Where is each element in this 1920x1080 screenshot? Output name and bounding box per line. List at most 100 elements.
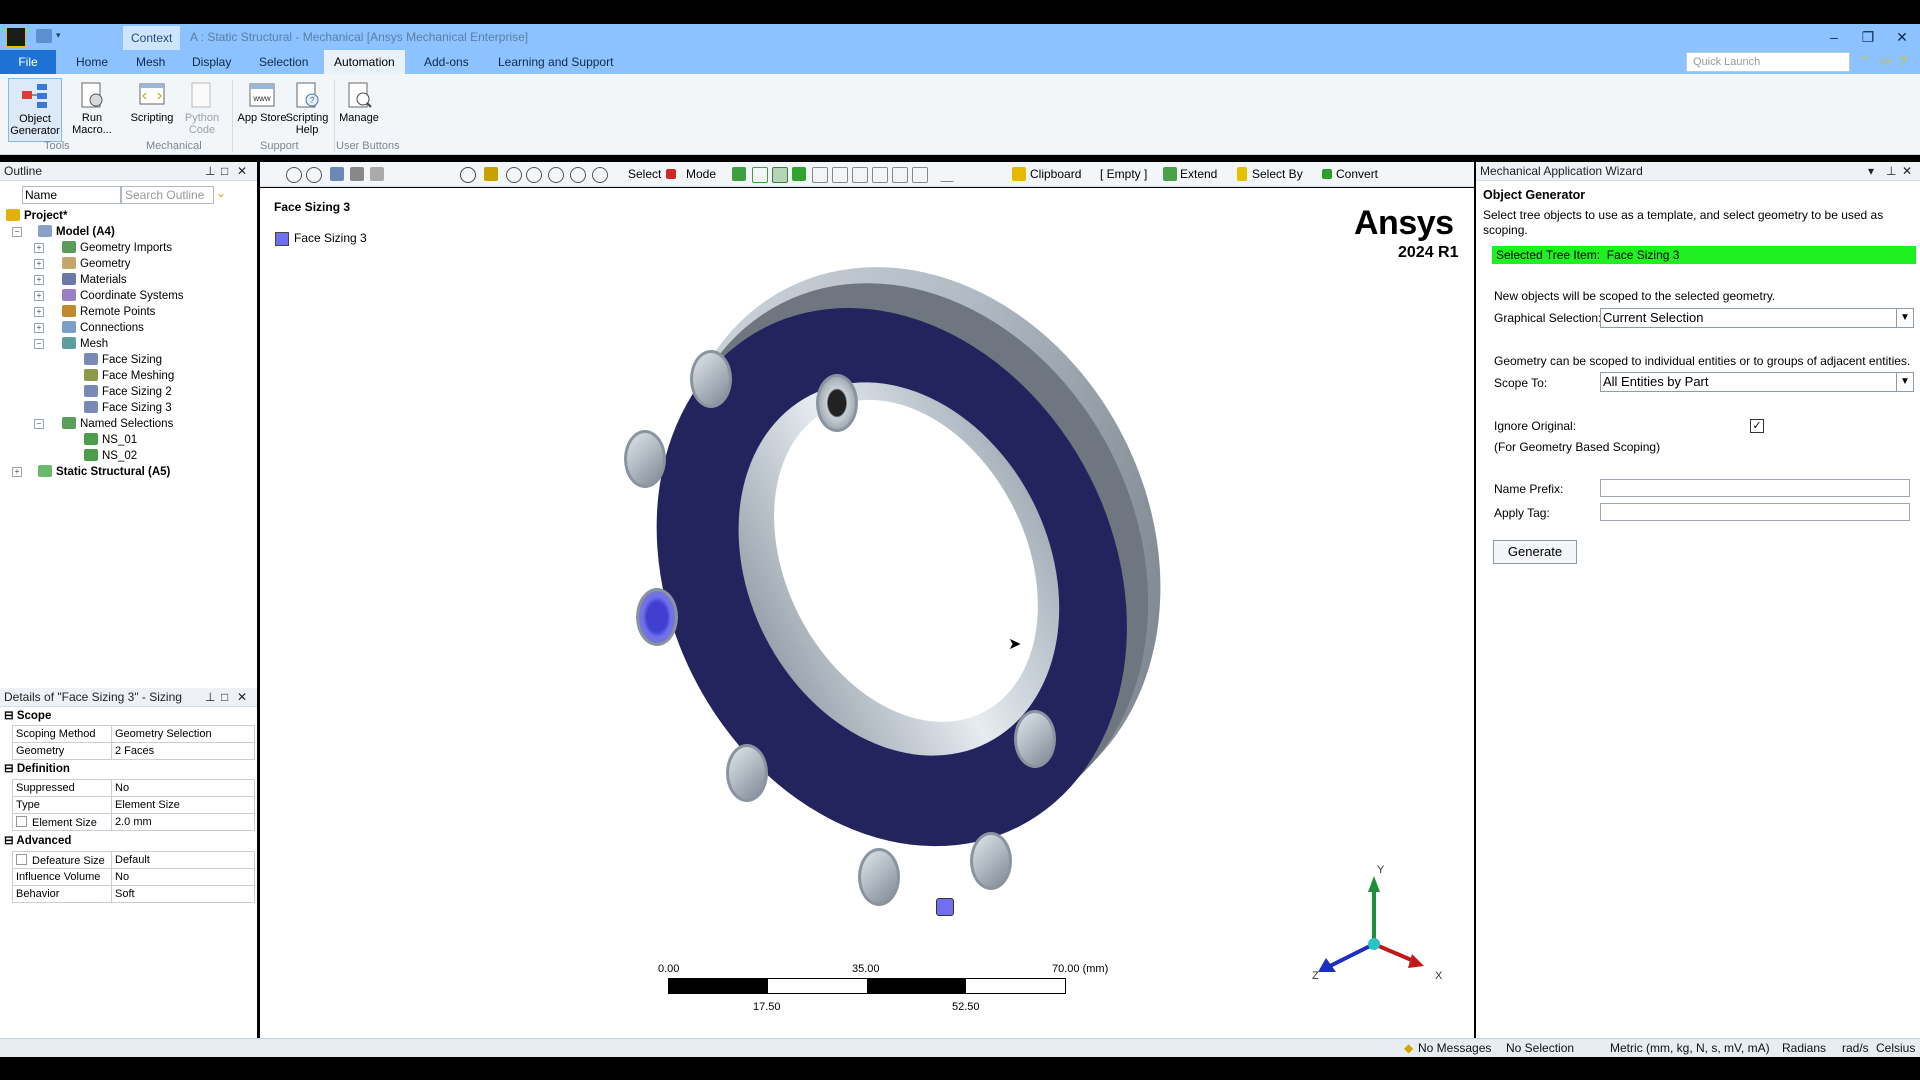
shaded-icon[interactable] <box>350 167 364 181</box>
select-body-icon[interactable] <box>792 167 806 181</box>
rate-unit-status[interactable]: rad/s <box>1842 1039 1869 1057</box>
context-tab[interactable]: Context <box>123 26 181 50</box>
box-zoom-icon[interactable] <box>526 167 542 183</box>
select-node-icon[interactable] <box>812 167 828 183</box>
property-value[interactable]: Element Size <box>111 796 255 814</box>
collapse-ribbon-icon[interactable]: ⌃ <box>1860 54 1874 68</box>
pin-icon[interactable]: ⊥ <box>1886 162 1896 180</box>
angle-unit-status[interactable]: Radians <box>1782 1039 1826 1057</box>
parameter-checkbox[interactable] <box>16 853 27 865</box>
convert-icon[interactable] <box>1322 169 1332 179</box>
pin-icon[interactable]: ⊥ <box>205 688 215 706</box>
tree-item[interactable]: + Coordinate Systems <box>34 288 184 304</box>
graphical-selection-select[interactable]: Current Selection ▼ <box>1600 308 1914 328</box>
tree-item[interactable]: Face Sizing <box>84 352 162 368</box>
units-status[interactable]: Metric (mm, kg, N, s, mV, mA) <box>1610 1039 1770 1057</box>
select-by-icon[interactable] <box>1237 167 1247 181</box>
restore-button[interactable]: ❐ <box>1850 24 1886 50</box>
details-row[interactable]: Behavior Soft <box>12 885 255 903</box>
tree-item[interactable]: Face Sizing 2 <box>84 384 172 400</box>
select-element-face-icon[interactable] <box>832 167 848 183</box>
property-value[interactable]: No <box>111 779 255 797</box>
notifications-icon[interactable]: ▭ <box>1880 54 1894 68</box>
property-value[interactable]: 2.0 mm <box>111 813 255 831</box>
zoom-out-icon[interactable] <box>306 167 322 183</box>
select-face-icon[interactable] <box>772 167 788 183</box>
details-row[interactable]: Element Size 2.0 mm <box>12 813 255 831</box>
scripting-button[interactable]: Scripting <box>126 78 178 138</box>
quick-launch-input[interactable]: Quick Launch <box>1686 52 1850 72</box>
maximize-icon[interactable]: □ <box>221 688 228 706</box>
select-by-dropdown[interactable]: Select By <box>1252 162 1303 186</box>
temperature-unit-status[interactable]: Celsius <box>1876 1039 1915 1057</box>
python-code-button[interactable]: Python Code <box>176 78 228 138</box>
dropdown-icon[interactable]: ▾ <box>1868 162 1874 180</box>
close-button[interactable]: ✕ <box>1884 24 1920 50</box>
tree-item[interactable]: + Geometry Imports <box>34 240 172 256</box>
expand-toggle-icon[interactable]: + <box>12 467 22 477</box>
select-vertex-icon[interactable] <box>732 167 746 181</box>
help-icon[interactable]: ? <box>1900 54 1914 68</box>
expand-toggle-icon[interactable]: + <box>34 323 44 333</box>
iso-view-icon[interactable] <box>330 167 344 181</box>
select-edge-icon[interactable] <box>752 167 768 183</box>
select-mesh-icon[interactable] <box>872 167 888 183</box>
maximize-icon[interactable]: □ <box>221 162 228 180</box>
menu-display[interactable]: Display <box>182 50 241 74</box>
apply-tag-input[interactable] <box>1600 503 1910 521</box>
wireframe-icon[interactable] <box>370 167 384 181</box>
messages-status[interactable]: No Messages <box>1418 1039 1491 1057</box>
menu-home[interactable]: Home <box>66 50 118 74</box>
details-row[interactable]: Scoping Method Geometry Selection <box>12 725 255 743</box>
tree-item[interactable]: NS_02 <box>84 448 137 464</box>
minimize-button[interactable]: – <box>1816 24 1852 50</box>
filter-options-icon[interactable]: ⌄ <box>216 186 226 200</box>
select-paths-icon[interactable] <box>892 167 908 183</box>
outline-search-input[interactable]: Search Outline <box>120 186 214 204</box>
expand-toggle-icon[interactable]: − <box>34 339 44 349</box>
property-value[interactable]: Soft <box>111 885 255 903</box>
expand-toggle-icon[interactable]: + <box>34 291 44 301</box>
scripting-help-button[interactable]: ? Scripting Help <box>276 78 338 138</box>
file-menu[interactable]: File <box>0 50 56 74</box>
expand-toggle-icon[interactable]: − <box>34 419 44 429</box>
property-value[interactable]: 2 Faces <box>111 742 255 760</box>
zoom-icon[interactable] <box>506 167 522 183</box>
menu-automation[interactable]: Automation <box>324 50 405 74</box>
manage-button[interactable]: Manage <box>334 78 384 138</box>
property-value[interactable]: Default <box>111 851 255 869</box>
previous-view-icon[interactable] <box>592 167 608 183</box>
run-macro-button[interactable]: Run Macro... <box>66 78 118 138</box>
pin-icon[interactable]: ⊥ <box>205 162 215 180</box>
pan-icon[interactable] <box>484 167 498 181</box>
select-element-icon[interactable] <box>852 167 868 183</box>
magnifier-icon[interactable] <box>570 167 586 183</box>
convert-dropdown[interactable]: Convert <box>1336 162 1378 186</box>
object-generator-button[interactable]: Object Generator <box>8 78 62 142</box>
expand-toggle-icon[interactable]: + <box>34 243 44 253</box>
tree-item[interactable]: NS_01 <box>84 432 137 448</box>
tree-item[interactable]: − Model (A4) <box>12 224 115 240</box>
ignore-original-checkbox[interactable]: ✓ <box>1750 419 1764 433</box>
annotation-icon[interactable] <box>940 167 954 182</box>
expand-toggle-icon[interactable]: + <box>34 275 44 285</box>
close-icon[interactable]: ✕ <box>1902 162 1912 180</box>
name-prefix-input[interactable] <box>1600 479 1910 497</box>
clipboard-icon[interactable] <box>1012 167 1026 181</box>
details-section-advanced[interactable]: ⊟ Advanced <box>4 833 71 850</box>
rotate-icon[interactable] <box>460 167 476 183</box>
tree-item[interactable]: Face Meshing <box>84 368 174 384</box>
generate-button[interactable]: Generate <box>1493 540 1577 564</box>
close-icon[interactable]: ✕ <box>237 688 247 706</box>
extend-icon[interactable] <box>1163 167 1177 181</box>
quick-access-dropdown-icon[interactable]: ▾ <box>56 30 66 40</box>
expand-toggle-icon[interactable]: + <box>34 307 44 317</box>
scope-to-select[interactable]: All Entities by Part ▼ <box>1600 372 1914 392</box>
tree-item[interactable]: + Geometry <box>34 256 131 272</box>
tree-item[interactable]: + Static Structural (A5) <box>12 464 170 480</box>
messages-icon[interactable]: ◆ <box>1404 1039 1413 1057</box>
details-row[interactable]: Influence Volume No <box>12 868 255 886</box>
select-mode-icon[interactable] <box>666 169 676 179</box>
tree-item[interactable]: + Remote Points <box>34 304 155 320</box>
tree-item[interactable]: + Materials <box>34 272 127 288</box>
